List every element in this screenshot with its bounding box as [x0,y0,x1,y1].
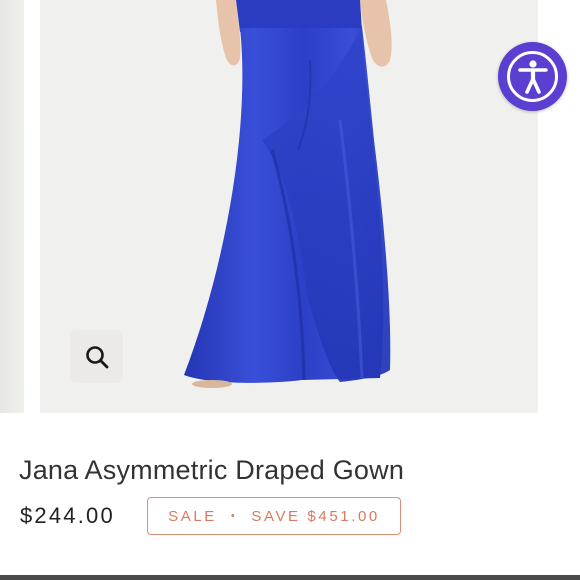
product-title: Jana Asymmetric Draped Gown [19,455,405,485]
savings-label: SAVE $451.00 [251,507,380,525]
product-price: $244.00 [20,503,115,528]
sale-badge: SALE • SAVE $451.00 [147,497,401,535]
sale-label: SALE [168,507,217,525]
product-image-gallery[interactable] [0,0,580,413]
bottom-divider-bar [0,575,580,580]
zoom-button[interactable] [70,330,123,383]
accessibility-ring [507,51,558,102]
magnifier-icon [85,345,108,368]
previous-image-slide[interactable] [0,0,24,413]
accessibility-person-icon [517,59,548,94]
badge-separator: • [230,510,238,522]
accessibility-button[interactable] [498,42,567,111]
